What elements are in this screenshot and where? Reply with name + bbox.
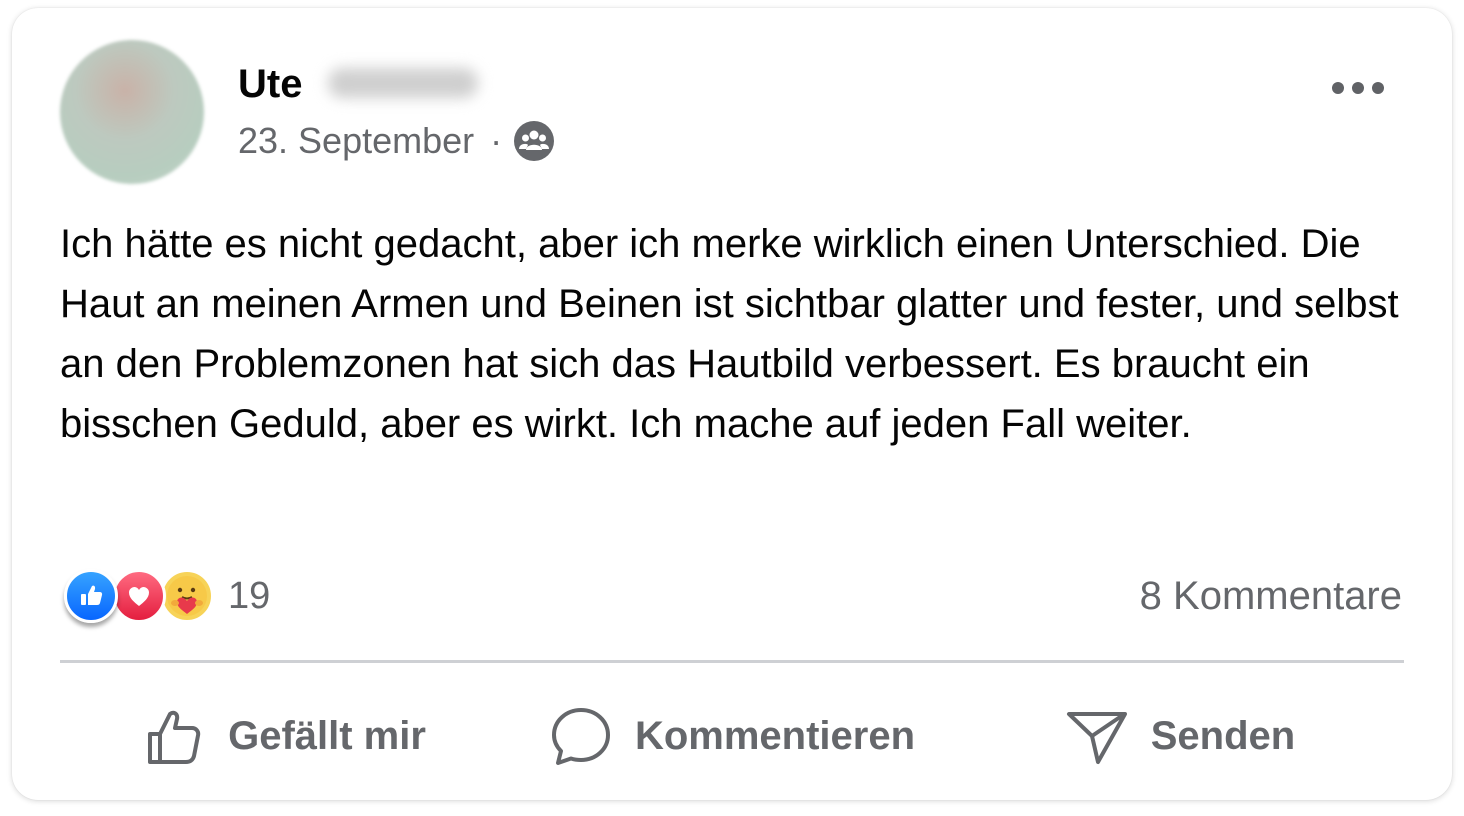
avatar[interactable] (60, 40, 204, 184)
send-icon (1066, 712, 1127, 764)
post-meta: 23. September · (238, 118, 555, 164)
post-card: Ute 23. September · Ich hätte es nicht g… (12, 8, 1452, 800)
reaction-summary[interactable]: 19 (64, 568, 270, 624)
like-reaction-icon (64, 569, 118, 623)
more-dot (1372, 82, 1384, 94)
friends-icon[interactable] (514, 121, 555, 161)
send-button-label: Senden (1150, 713, 1296, 758)
post-date[interactable]: 23. September (238, 120, 474, 162)
thumbs-up-icon (148, 710, 201, 764)
more-dot (1352, 82, 1364, 94)
divider (60, 660, 1404, 663)
reaction-count: 19 (228, 574, 271, 617)
like-button-label: Gefällt mir (228, 713, 426, 758)
care-reaction-icon (160, 569, 214, 623)
comment-button[interactable]: Kommentieren (508, 698, 956, 774)
send-button[interactable]: Senden (956, 698, 1404, 774)
comments-count[interactable]: 8 Kommentare (1140, 570, 1402, 622)
love-reaction-icon (112, 569, 166, 623)
blurred-surname (328, 68, 478, 98)
action-bar: Gefällt mir Kommentieren Senden (60, 698, 1404, 774)
author-name[interactable]: Ute (238, 60, 302, 108)
speech-bubble-icon (551, 708, 610, 765)
comment-button-label: Kommentieren (634, 713, 916, 758)
more-options-icon[interactable] (1332, 78, 1384, 98)
more-dot (1332, 82, 1344, 94)
like-button[interactable]: Gefällt mir (60, 698, 508, 774)
post-text: Ich hätte es nicht gedacht, aber ich mer… (60, 222, 1399, 446)
meta-separator: · (490, 120, 503, 161)
